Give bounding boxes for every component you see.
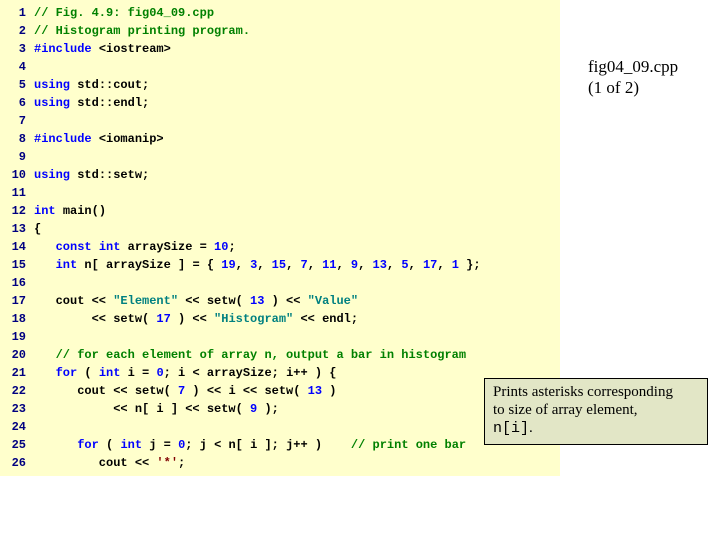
line-number: 5 [0,76,34,94]
code-content [34,274,560,292]
code-line: 3#include <iostream> [0,40,560,58]
code-line: 8#include <iomanip> [0,130,560,148]
code-line: 13{ [0,220,560,238]
code-line: 7 [0,112,560,130]
line-number: 10 [0,166,34,184]
code-content [34,112,560,130]
code-content: // Histogram printing program. [34,22,560,40]
slide-label-title: fig04_09.cpp [588,56,678,77]
line-number: 18 [0,310,34,328]
code-line: 19 [0,328,560,346]
code-content [34,148,560,166]
callout-line2: to size of array element, [493,402,638,418]
line-number: 26 [0,454,34,472]
code-content: << setw( 17 ) << "Histogram" << endl; [34,310,560,328]
code-line: 23 << n[ i ] << setw( 9 ); [0,400,560,418]
line-number: 16 [0,274,34,292]
line-number: 14 [0,238,34,256]
line-number: 24 [0,418,34,436]
code-content [34,328,560,346]
line-number: 22 [0,382,34,400]
code-line: 20 // for each element of array n, outpu… [0,346,560,364]
line-number: 7 [0,112,34,130]
code-content: for ( int j = 0; j < n[ i ]; j++ ) // pr… [34,436,560,454]
line-number: 4 [0,58,34,76]
line-number: 20 [0,346,34,364]
code-content: using std::cout; [34,76,560,94]
code-line: 22 cout << setw( 7 ) << i << setw( 13 ) [0,382,560,400]
code-line: 10using std::setw; [0,166,560,184]
code-line: 14 const int arraySize = 10; [0,238,560,256]
line-number: 3 [0,40,34,58]
code-line: 6using std::endl; [0,94,560,112]
code-line: 15 int n[ arraySize ] = { 19, 3, 15, 7, … [0,256,560,274]
line-number: 13 [0,220,34,238]
line-number: 6 [0,94,34,112]
code-content: const int arraySize = 10; [34,238,560,256]
code-content: #include <iomanip> [34,130,560,148]
code-content: { [34,220,560,238]
code-line: 17 cout << "Element" << setw( 13 ) << "V… [0,292,560,310]
slide-label: fig04_09.cpp (1 of 2) [588,56,678,99]
code-content: int main() [34,202,560,220]
code-content [34,184,560,202]
code-content [34,418,560,436]
code-line: 21 for ( int i = 0; i < arraySize; i++ )… [0,364,560,382]
line-number: 21 [0,364,34,382]
code-content: #include <iostream> [34,40,560,58]
line-number: 9 [0,148,34,166]
code-content: int n[ arraySize ] = { 19, 3, 15, 7, 11,… [34,256,560,274]
code-content: // Fig. 4.9: fig04_09.cpp [34,4,560,22]
line-number: 15 [0,256,34,274]
code-content [34,58,560,76]
code-content: cout << "Element" << setw( 13 ) << "Valu… [34,292,560,310]
callout-period: . [529,420,533,436]
code-content: // for each element of array n, output a… [34,346,560,364]
code-line: 9 [0,148,560,166]
code-content: using std::endl; [34,94,560,112]
line-number: 12 [0,202,34,220]
callout-box: Prints asterisks corresponding to size o… [484,378,708,445]
code-line: 26 cout << '*'; [0,454,560,472]
code-line: 4 [0,58,560,76]
line-number: 17 [0,292,34,310]
line-number: 19 [0,328,34,346]
line-number: 25 [0,436,34,454]
line-number: 11 [0,184,34,202]
line-number: 23 [0,400,34,418]
code-content: using std::setw; [34,166,560,184]
callout-array-ref: n[i] [493,420,529,437]
code-line: 18 << setw( 17 ) << "Histogram" << endl; [0,310,560,328]
code-line: 12int main() [0,202,560,220]
line-number: 1 [0,4,34,22]
code-content: for ( int i = 0; i < arraySize; i++ ) { [34,364,560,382]
code-content: cout << setw( 7 ) << i << setw( 13 ) [34,382,560,400]
code-content: << n[ i ] << setw( 9 ); [34,400,560,418]
callout-line1: Prints asterisks corresponding [493,384,673,400]
code-line: 5using std::cout; [0,76,560,94]
code-line: 1// Fig. 4.9: fig04_09.cpp [0,4,560,22]
code-line: 11 [0,184,560,202]
line-number: 8 [0,130,34,148]
code-listing: 1// Fig. 4.9: fig04_09.cpp2// Histogram … [0,0,560,476]
code-line: 25 for ( int j = 0; j < n[ i ]; j++ ) //… [0,436,560,454]
line-number: 2 [0,22,34,40]
code-content: cout << '*'; [34,454,560,472]
code-line: 24 [0,418,560,436]
slide-label-subtitle: (1 of 2) [588,77,678,98]
code-line: 2// Histogram printing program. [0,22,560,40]
code-line: 16 [0,274,560,292]
